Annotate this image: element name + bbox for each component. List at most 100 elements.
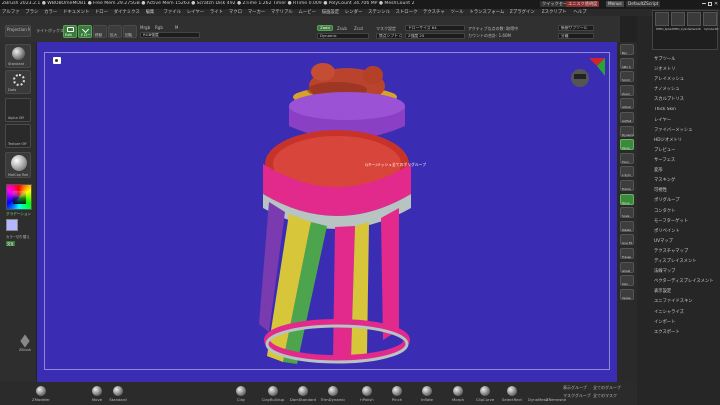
menu-item[interactable]: ストローク bbox=[396, 9, 418, 16]
mask-label[interactable]: マスク設定 bbox=[376, 26, 396, 32]
menu-item[interactable]: アルファ bbox=[2, 9, 20, 16]
view-button[interactable]: Zoom bbox=[620, 84, 634, 96]
view-button[interactable]: Bpr bbox=[620, 44, 634, 55]
menu-item[interactable]: Zスクリプト bbox=[542, 9, 567, 16]
brush-slot[interactable] bbox=[236, 386, 246, 396]
tool-subpalette-item[interactable]: イニシャライズ bbox=[654, 309, 684, 315]
color-picker-square[interactable] bbox=[13, 191, 26, 204]
menu-item[interactable]: マクロ bbox=[229, 9, 242, 16]
menu-item[interactable]: ステンシル bbox=[368, 9, 390, 16]
menu-item[interactable]: レイヤー bbox=[187, 9, 204, 16]
alpha-selector[interactable]: Alpha Off bbox=[5, 98, 31, 122]
tool-subpalette-item[interactable]: ナノメッシュ bbox=[654, 86, 680, 92]
view-button[interactable]: Dynamic bbox=[620, 125, 634, 137]
tool-subpalette-item[interactable]: マスキング bbox=[654, 177, 675, 183]
brush-slot[interactable] bbox=[392, 386, 402, 396]
menu-item[interactable]: テクスチャ bbox=[423, 9, 445, 16]
zmodeler-brush[interactable] bbox=[36, 386, 46, 396]
menu-item[interactable]: ドキュメント bbox=[63, 9, 89, 16]
menu-item[interactable]: 描画設定 bbox=[322, 9, 340, 16]
rgb-intensity-slider[interactable]: RGB強度 bbox=[140, 32, 200, 38]
tool-subpalette-item[interactable]: ベクターディスプレイスメント bbox=[654, 278, 714, 284]
dynamesh-button[interactable]: DynaMesh bbox=[528, 397, 548, 402]
lightbox-button[interactable]: ライトボックス bbox=[36, 28, 64, 34]
new-subtool-button[interactable]: 新規サブツール bbox=[558, 25, 594, 31]
menu-item[interactable]: マーカー bbox=[248, 9, 266, 16]
view-button[interactable]: Solo bbox=[620, 275, 634, 287]
tool-subpalette-item[interactable]: 法線マップ bbox=[654, 268, 675, 274]
ui-transparency-button[interactable]: ユニスク透明度 bbox=[566, 1, 600, 7]
menu-item[interactable]: ファイル bbox=[164, 9, 182, 16]
all-groups-button[interactable]: 全てのグループ bbox=[593, 385, 621, 391]
brush-slot[interactable] bbox=[362, 386, 372, 396]
tool-subpalette-item[interactable]: 表示設定 bbox=[654, 288, 671, 294]
minimize-icon[interactable] bbox=[702, 3, 706, 4]
mrgb-toggle[interactable]: Mrgb bbox=[140, 25, 150, 30]
brush-selector[interactable]: Standard bbox=[5, 44, 31, 68]
tool-subpalette-item[interactable]: ジオメトリ bbox=[654, 66, 675, 72]
tool-subpalette-item[interactable]: ユニファイドスキン bbox=[654, 298, 693, 304]
dynamic-toggle[interactable]: Dynamic bbox=[317, 33, 369, 39]
brush-slot[interactable] bbox=[92, 386, 102, 396]
tool-subpalette-item[interactable]: UVマップ bbox=[654, 238, 673, 244]
tool-subpalette-item[interactable]: 変形 bbox=[654, 167, 663, 173]
tool-subpalette-item[interactable]: サブツール bbox=[654, 56, 675, 62]
z-intensity-slider[interactable]: Z強度 25 bbox=[405, 33, 465, 39]
scale-button[interactable]: 拡大 bbox=[108, 25, 122, 38]
move-button[interactable]: 移動 bbox=[93, 25, 107, 38]
tool-subpalette-item[interactable]: アレイメッシュ bbox=[654, 76, 684, 82]
menus-button[interactable]: Menus bbox=[606, 1, 624, 7]
focal-shift-slider[interactable]: 焦点シフト 0 bbox=[376, 33, 402, 39]
tool-subpalette-item[interactable]: スカルプトリス bbox=[654, 96, 684, 102]
brush-slot[interactable] bbox=[113, 386, 123, 396]
tool-subpalette-item[interactable]: レイヤー bbox=[654, 117, 671, 123]
brush-slot[interactable] bbox=[453, 386, 463, 396]
tool-subpalette-item[interactable]: ディスプレイスメント bbox=[654, 258, 697, 264]
tool-subpalette-item[interactable]: コンタクト bbox=[654, 208, 675, 214]
m-toggle[interactable]: M bbox=[175, 25, 178, 30]
brush-slot[interactable] bbox=[422, 386, 432, 396]
view-button[interactable]: Line Fill bbox=[620, 234, 634, 246]
view-button[interactable]: Transp bbox=[620, 248, 634, 259]
brush-slot[interactable] bbox=[268, 386, 278, 396]
rotate-button[interactable]: 回転 bbox=[123, 25, 137, 38]
menu-item[interactable]: ツール bbox=[451, 9, 464, 16]
menu-item[interactable]: マテリアル bbox=[271, 9, 293, 16]
menu-item[interactable]: カラー bbox=[44, 9, 57, 16]
split-button[interactable]: 分離 bbox=[558, 33, 594, 39]
tool-subpalette-item[interactable]: インポート bbox=[654, 319, 675, 325]
projection-master-button[interactable]: Projection Master bbox=[5, 25, 31, 37]
gradient-toggle[interactable]: グラデーション bbox=[6, 212, 31, 217]
material-selector[interactable]: MatCap Red bbox=[5, 152, 31, 178]
draw-button[interactable]: ドロー bbox=[78, 25, 92, 38]
zadd-button[interactable]: Zadd bbox=[317, 25, 333, 31]
rgb-toggle[interactable]: Rgb bbox=[155, 25, 163, 30]
tool-subpalette-item[interactable]: ポリペイント bbox=[654, 228, 680, 234]
view-button[interactable]: Persp bbox=[620, 139, 634, 151]
tool-subpalette-item[interactable]: HDジオメトリ bbox=[654, 137, 682, 143]
tool-thumbnail[interactable]: Sphere3D bbox=[687, 12, 701, 31]
view-button[interactable]: Move bbox=[620, 193, 634, 205]
view-button[interactable]: Scroll bbox=[620, 71, 634, 83]
view-button[interactable]: AAHalf bbox=[620, 112, 634, 123]
tool-thumbnail[interactable]: Cylinder3D bbox=[703, 12, 718, 31]
tool-subpalette-item[interactable]: テクスチャマップ bbox=[654, 248, 688, 254]
main-color-swatch[interactable] bbox=[6, 219, 18, 231]
view-button[interactable]: L.Sym bbox=[620, 166, 634, 178]
view-button[interactable]: Rotate bbox=[620, 220, 634, 232]
alternate-toggle[interactable]: 交互 bbox=[6, 241, 15, 246]
menu-item[interactable]: ヘルプ bbox=[573, 9, 586, 16]
default-zscript-button[interactable]: DefaultZScript bbox=[626, 1, 661, 7]
stroke-selector[interactable]: Dots bbox=[5, 70, 31, 94]
edit-button[interactable]: Edit bbox=[63, 25, 77, 38]
tool-thumbnail[interactable]: PM3D_Sphere3D bbox=[655, 12, 672, 31]
tool-subpalette-item[interactable]: エクスポート bbox=[654, 329, 680, 335]
menu-item[interactable]: ドロー bbox=[95, 9, 108, 16]
view-button[interactable]: Xpose bbox=[620, 288, 634, 300]
menu-item[interactable]: ライト bbox=[210, 9, 223, 16]
menu-item[interactable]: レンダー bbox=[345, 9, 363, 16]
color-picker[interactable] bbox=[6, 184, 32, 210]
3d-model-viewport[interactable] bbox=[37, 42, 617, 382]
tool-subpalette-item[interactable]: ポリグループ bbox=[654, 197, 680, 203]
view-button[interactable]: Scale bbox=[620, 207, 634, 219]
